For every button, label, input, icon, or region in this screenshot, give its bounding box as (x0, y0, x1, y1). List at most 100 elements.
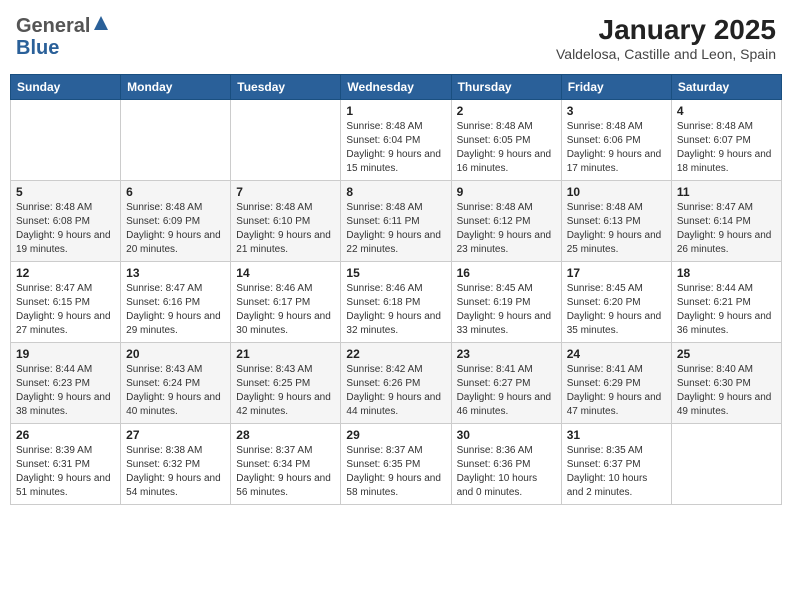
calendar-cell: 23Sunrise: 8:41 AM Sunset: 6:27 PM Dayli… (451, 343, 561, 424)
day-number: 1 (346, 104, 445, 118)
day-info: Sunrise: 8:44 AM Sunset: 6:23 PM Dayligh… (16, 363, 115, 419)
day-number: 10 (567, 185, 666, 199)
day-number: 27 (126, 428, 225, 442)
day-number: 22 (346, 347, 445, 361)
calendar-cell: 13Sunrise: 8:47 AM Sunset: 6:16 PM Dayli… (121, 262, 231, 343)
calendar-cell: 10 Sunrise: 8:48 AM Sunset: 6:13 PM Dayli… (561, 181, 671, 262)
calendar-cell: 19 Sunrise: 8:44 AM Sunset: 6:23 PM Dayli… (11, 343, 121, 424)
calendar-cell: 8Sunrise: 8:48 AM Sunset: 6:11 PM Daylig… (341, 181, 451, 262)
calendar-cell: 11Sunrise: 8:47 AM Sunset: 6:14 PM Dayli… (671, 181, 781, 262)
calendar-cell: 17Sunrise: 8:45 AM Sunset: 6:20 PM Dayli… (561, 262, 671, 343)
day-info: Sunrise: 8:41 AM Sunset: 6:29 PM Dayligh… (567, 363, 666, 419)
day-info: Sunrise: 8:48 AM Sunset: 6:13 PM Dayligh… (567, 201, 666, 257)
day-info: Sunrise: 8:37 AM Sunset: 6:35 PM Dayligh… (346, 444, 445, 500)
calendar-cell: 21 Sunrise: 8:43 AM Sunset: 6:25 PM Dayli… (231, 343, 341, 424)
day-info: Sunrise: 8:45 AM Sunset: 6:19 PM Dayligh… (457, 282, 556, 338)
calendar-cell (121, 100, 231, 181)
day-number: 15 (346, 266, 445, 280)
day-number: 14 (236, 266, 335, 280)
day-info: Sunrise: 8:47 AM Sunset: 6:16 PM Dayligh… (126, 282, 225, 338)
weekday-header: Sunday (11, 75, 121, 100)
day-number: 21 (236, 347, 335, 361)
calendar-cell: 29 Sunrise: 8:37 AM Sunset: 6:35 PM Dayli… (341, 424, 451, 505)
day-info: Sunrise: 8:42 AM Sunset: 6:26 PM Dayligh… (346, 363, 445, 419)
calendar-cell: 7Sunrise: 8:48 AM Sunset: 6:10 PM Daylig… (231, 181, 341, 262)
calendar-cell: 28 Sunrise: 8:37 AM Sunset: 6:34 PM Dayli… (231, 424, 341, 505)
day-info: Sunrise: 8:48 AM Sunset: 6:07 PM Dayligh… (677, 120, 776, 176)
page-header: General Blue January 2025 Valdelosa, Cas… (10, 10, 782, 66)
logo-icon (92, 14, 110, 32)
calendar-week-row: 12 Sunrise: 8:47 AM Sunset: 6:15 PM Dayli… (11, 262, 782, 343)
calendar-week-row: 5Sunrise: 8:48 AM Sunset: 6:08 PM Daylig… (11, 181, 782, 262)
page-title: January 2025 (556, 14, 776, 46)
calendar-cell: 22 Sunrise: 8:42 AM Sunset: 6:26 PM Dayli… (341, 343, 451, 424)
calendar-cell: 20 Sunrise: 8:43 AM Sunset: 6:24 PM Dayli… (121, 343, 231, 424)
day-info: Sunrise: 8:48 AM Sunset: 6:04 PM Dayligh… (346, 120, 445, 176)
day-number: 6 (126, 185, 225, 199)
calendar-cell: 26Sunrise: 8:39 AM Sunset: 6:31 PM Dayli… (11, 424, 121, 505)
calendar-cell: 4 Sunrise: 8:48 AM Sunset: 6:07 PM Daylig… (671, 100, 781, 181)
calendar-cell: 1 Sunrise: 8:48 AM Sunset: 6:04 PM Daylig… (341, 100, 451, 181)
day-number: 5 (16, 185, 115, 199)
day-info: Sunrise: 8:43 AM Sunset: 6:24 PM Dayligh… (126, 363, 225, 419)
day-info: Sunrise: 8:48 AM Sunset: 6:05 PM Dayligh… (457, 120, 556, 176)
weekday-header: Thursday (451, 75, 561, 100)
calendar-cell: 3Sunrise: 8:48 AM Sunset: 6:06 PM Daylig… (561, 100, 671, 181)
weekday-header: Friday (561, 75, 671, 100)
calendar-cell: 16 Sunrise: 8:45 AM Sunset: 6:19 PM Dayli… (451, 262, 561, 343)
day-number: 12 (16, 266, 115, 280)
calendar-cell: 12 Sunrise: 8:47 AM Sunset: 6:15 PM Dayli… (11, 262, 121, 343)
calendar-cell: 25 Sunrise: 8:40 AM Sunset: 6:30 PM Dayli… (671, 343, 781, 424)
day-number: 25 (677, 347, 776, 361)
title-block: January 2025 Valdelosa, Castille and Leo… (556, 14, 776, 62)
calendar-cell: 2 Sunrise: 8:48 AM Sunset: 6:05 PM Daylig… (451, 100, 561, 181)
day-number: 16 (457, 266, 556, 280)
day-info: Sunrise: 8:36 AM Sunset: 6:36 PM Dayligh… (457, 444, 556, 500)
day-info: Sunrise: 8:43 AM Sunset: 6:25 PM Dayligh… (236, 363, 335, 419)
calendar-cell: 27 Sunrise: 8:38 AM Sunset: 6:32 PM Dayli… (121, 424, 231, 505)
weekday-header: Monday (121, 75, 231, 100)
day-info: Sunrise: 8:46 AM Sunset: 6:17 PM Dayligh… (236, 282, 335, 338)
day-info: Sunrise: 8:35 AM Sunset: 6:37 PM Dayligh… (567, 444, 666, 500)
day-number: 20 (126, 347, 225, 361)
calendar-cell: 24 Sunrise: 8:41 AM Sunset: 6:29 PM Dayli… (561, 343, 671, 424)
day-info: Sunrise: 8:47 AM Sunset: 6:15 PM Dayligh… (16, 282, 115, 338)
day-number: 8 (346, 185, 445, 199)
calendar-week-row: 19 Sunrise: 8:44 AM Sunset: 6:23 PM Dayli… (11, 343, 782, 424)
calendar-cell: 15Sunrise: 8:46 AM Sunset: 6:18 PM Dayli… (341, 262, 451, 343)
day-number: 30 (457, 428, 556, 442)
logo-general-text: General (16, 15, 90, 37)
day-number: 9 (457, 185, 556, 199)
day-number: 29 (346, 428, 445, 442)
day-info: Sunrise: 8:38 AM Sunset: 6:32 PM Dayligh… (126, 444, 225, 500)
day-info: Sunrise: 8:40 AM Sunset: 6:30 PM Dayligh… (677, 363, 776, 419)
logo: General Blue (16, 14, 110, 59)
day-info: Sunrise: 8:39 AM Sunset: 6:31 PM Dayligh… (16, 444, 115, 500)
day-info: Sunrise: 8:48 AM Sunset: 6:09 PM Dayligh… (126, 201, 225, 257)
day-number: 7 (236, 185, 335, 199)
page-subtitle: Valdelosa, Castille and Leon, Spain (556, 46, 776, 62)
day-info: Sunrise: 8:48 AM Sunset: 6:12 PM Dayligh… (457, 201, 556, 257)
day-number: 28 (236, 428, 335, 442)
calendar-cell: 5Sunrise: 8:48 AM Sunset: 6:08 PM Daylig… (11, 181, 121, 262)
day-info: Sunrise: 8:44 AM Sunset: 6:21 PM Dayligh… (677, 282, 776, 338)
day-number: 24 (567, 347, 666, 361)
day-number: 31 (567, 428, 666, 442)
calendar-header-row: SundayMondayTuesdayWednesdayThursdayFrid… (11, 75, 782, 100)
weekday-header: Saturday (671, 75, 781, 100)
day-number: 19 (16, 347, 115, 361)
calendar-cell (231, 100, 341, 181)
weekday-header: Wednesday (341, 75, 451, 100)
day-number: 18 (677, 266, 776, 280)
weekday-header: Tuesday (231, 75, 341, 100)
day-number: 2 (457, 104, 556, 118)
calendar-cell: 9 Sunrise: 8:48 AM Sunset: 6:12 PM Daylig… (451, 181, 561, 262)
day-info: Sunrise: 8:47 AM Sunset: 6:14 PM Dayligh… (677, 201, 776, 257)
calendar-cell: 6 Sunrise: 8:48 AM Sunset: 6:09 PM Daylig… (121, 181, 231, 262)
logo-blue-text: Blue (16, 37, 59, 59)
day-info: Sunrise: 8:37 AM Sunset: 6:34 PM Dayligh… (236, 444, 335, 500)
calendar-cell: 18 Sunrise: 8:44 AM Sunset: 6:21 PM Dayli… (671, 262, 781, 343)
day-number: 3 (567, 104, 666, 118)
calendar-week-row: 26Sunrise: 8:39 AM Sunset: 6:31 PM Dayli… (11, 424, 782, 505)
day-number: 4 (677, 104, 776, 118)
